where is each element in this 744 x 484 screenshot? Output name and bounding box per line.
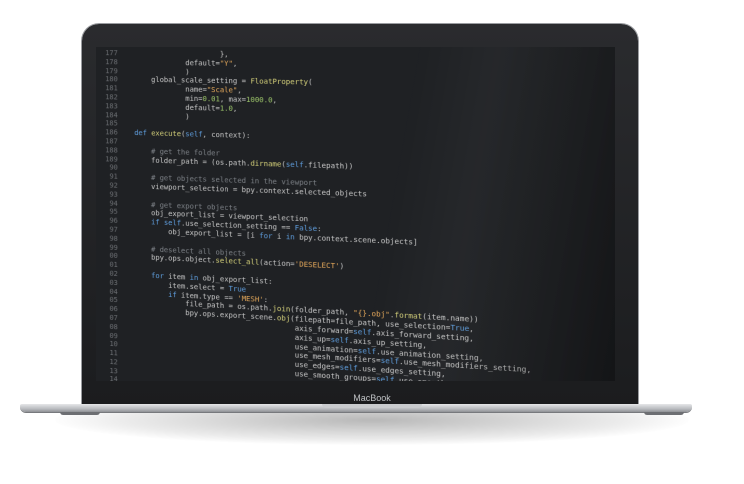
- line-number: 14: [109, 375, 118, 381]
- code-editor: 177 }, 178 default="Y", 179 ) 180 global_sc…: [96, 49, 615, 381]
- line-text: ): [125, 67, 190, 77]
- line-text: },: [125, 49, 229, 59]
- base-notch: [322, 404, 422, 408]
- line-number: 177: [105, 49, 118, 58]
- line-number: 183: [105, 101, 118, 111]
- laptop-screen: 177 }, 178 default="Y", 179 ) 180 global_sc…: [96, 47, 615, 381]
- line-number: 182: [105, 93, 118, 102]
- line-number: 180: [105, 75, 118, 84]
- line-number: 179: [105, 66, 118, 75]
- laptop-feet: [60, 412, 684, 416]
- brand-label: MacBook: [353, 393, 391, 403]
- right-foot: [644, 412, 684, 415]
- line-text: ): [125, 111, 190, 121]
- left-foot: [60, 412, 100, 415]
- line-number: 181: [105, 84, 118, 93]
- line-number: 178: [105, 57, 118, 67]
